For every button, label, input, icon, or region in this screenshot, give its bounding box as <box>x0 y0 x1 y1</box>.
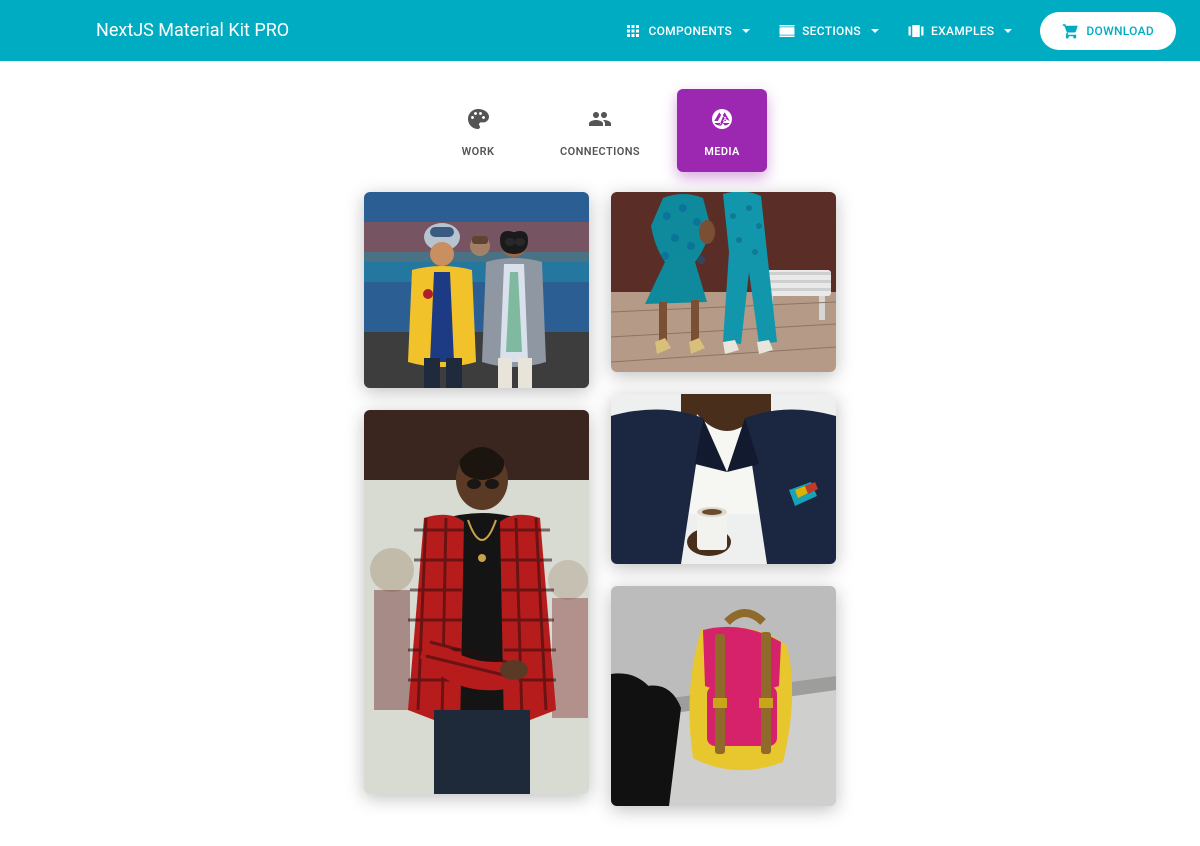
tab-media[interactable]: MEDIA <box>677 89 767 172</box>
tab-work-label: WORK <box>462 145 495 158</box>
gallery-column <box>364 192 589 806</box>
media-gallery <box>0 192 1200 846</box>
top-nav: COMPONENTS SECTIONS EXAMPLES DOWNLOAD <box>612 12 1176 50</box>
nav-components[interactable]: COMPONENTS <box>612 14 762 48</box>
nav-examples-label: EXAMPLES <box>931 24 994 38</box>
palette-icon <box>466 107 490 131</box>
caret-down-icon <box>742 29 750 33</box>
gallery-column <box>611 192 836 806</box>
download-label: DOWNLOAD <box>1086 24 1154 38</box>
tab-connections[interactable]: CONNECTIONS <box>541 89 659 172</box>
brand-title[interactable]: NextJS Material Kit PRO <box>96 20 289 41</box>
gallery-image-man-red-shirt[interactable] <box>364 410 589 794</box>
app-header: NextJS Material Kit PRO COMPONENTS SECTI… <box>0 0 1200 61</box>
shopping-cart-icon <box>1062 22 1080 40</box>
tab-media-label: MEDIA <box>704 145 740 158</box>
nav-sections-label: SECTIONS <box>802 24 861 38</box>
caret-down-icon <box>871 29 879 33</box>
tab-connections-label: CONNECTIONS <box>560 145 640 158</box>
nav-sections[interactable]: SECTIONS <box>766 14 891 48</box>
gallery-image-street-fashion-men[interactable] <box>364 192 589 388</box>
view-day-icon <box>778 22 796 40</box>
tab-work[interactable]: WORK <box>433 89 523 172</box>
nav-components-label: COMPONENTS <box>648 24 732 38</box>
gallery-image-women-walking-blue[interactable] <box>611 192 836 372</box>
gallery-image-man-suit-coffee[interactable] <box>611 394 836 564</box>
nav-examples[interactable]: EXAMPLES <box>895 14 1024 48</box>
gallery-image-pink-yellow-backpack[interactable] <box>611 586 836 806</box>
profile-tabs: WORK CONNECTIONS MEDIA <box>0 89 1200 172</box>
apps-icon <box>624 22 642 40</box>
caret-down-icon <box>1004 29 1012 33</box>
download-button[interactable]: DOWNLOAD <box>1040 12 1176 50</box>
people-icon <box>588 107 612 131</box>
camera-icon <box>710 107 734 131</box>
view-carousel-icon <box>907 22 925 40</box>
